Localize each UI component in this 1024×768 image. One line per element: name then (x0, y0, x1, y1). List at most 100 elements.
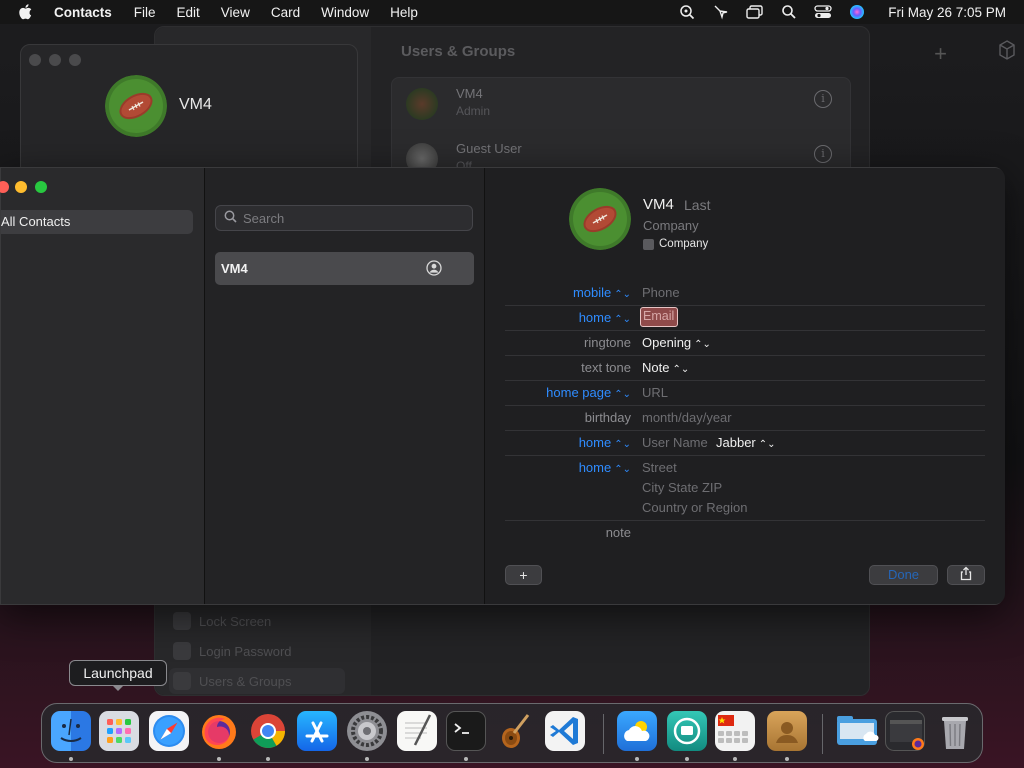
zoom-button[interactable] (69, 54, 81, 66)
running-indicator (365, 757, 369, 761)
contacts-list-pane: VM4 (205, 168, 485, 604)
script-status-icon[interactable] (712, 3, 730, 21)
apple-menu-icon[interactable] (18, 4, 36, 20)
menu-window[interactable]: Window (321, 5, 369, 20)
last-name-field[interactable]: Last (684, 197, 710, 213)
checkbox-box[interactable] (643, 238, 654, 250)
cube-icon[interactable] (998, 40, 1018, 60)
menu-help[interactable]: Help (390, 5, 418, 20)
dock (41, 703, 983, 763)
running-indicator (733, 757, 737, 761)
system-settings-icon[interactable] (347, 711, 387, 751)
field-row-text-tone: text tone Note ⌃⌄ (505, 360, 985, 381)
minimize-button[interactable] (15, 181, 27, 193)
company-checkbox[interactable]: Company (643, 238, 708, 250)
field-row-birthday: birthday month/day/year (505, 410, 985, 431)
country-field[interactable]: Country or Region (642, 500, 748, 515)
company-checkbox-label: Company (659, 238, 709, 250)
info-icon[interactable]: i (814, 90, 832, 108)
search-input[interactable] (243, 210, 463, 226)
email-field[interactable]: Email (640, 307, 678, 327)
weather-icon[interactable] (617, 711, 657, 751)
info-icon[interactable]: i (814, 145, 832, 163)
email-label-selector[interactable]: home ⌃⌄ (579, 310, 631, 325)
menu-file[interactable]: File (134, 5, 156, 20)
instruments-icon[interactable] (494, 711, 534, 751)
users-icon (173, 672, 191, 690)
vscode-icon[interactable] (545, 711, 585, 751)
user-role: Admin (456, 104, 491, 118)
avatar[interactable] (569, 188, 631, 250)
zoom-button[interactable] (35, 181, 47, 193)
group-item-all-contacts[interactable]: All Contacts (1, 210, 193, 234)
spotlight-search-icon[interactable] (780, 3, 798, 21)
settings-pane-title: Users & Groups (401, 43, 516, 60)
im-service-selector[interactable]: Jabber ⌃⌄ (716, 435, 776, 450)
im-username-field[interactable]: User Name (642, 435, 708, 450)
phone-field[interactable]: Phone (642, 285, 680, 300)
sidebar-item-lock-screen[interactable]: Lock Screen (169, 608, 345, 634)
screen-share-icon[interactable] (667, 711, 707, 751)
sidebar-item-users-groups[interactable]: Users & Groups (169, 668, 345, 694)
menu-edit[interactable]: Edit (177, 5, 200, 20)
firefox-icon[interactable] (199, 711, 239, 751)
menu-view[interactable]: View (221, 5, 250, 20)
sidebar-item-label: Lock Screen (199, 613, 272, 629)
tooltip-arrow (112, 685, 124, 691)
user-row[interactable]: VM4 Admin i (406, 82, 836, 128)
user-name: Guest User (456, 141, 522, 156)
menu-card[interactable]: Card (271, 5, 300, 20)
sidebar-item-login-password[interactable]: Login Password (169, 638, 345, 664)
share-button[interactable] (947, 565, 985, 585)
control-center-icon[interactable] (814, 3, 832, 21)
im-label-selector[interactable]: home ⌃⌄ (579, 435, 631, 450)
magnifier-status-icon[interactable] (678, 3, 696, 21)
address-label-selector[interactable]: home ⌃⌄ (579, 460, 631, 475)
running-indicator (685, 757, 689, 761)
sidebar-item-label: Login Password (199, 643, 292, 659)
input-source-icon[interactable] (715, 711, 755, 751)
add-icon[interactable]: + (934, 41, 947, 67)
birthday-field[interactable]: month/day/year (642, 410, 732, 425)
first-name-field[interactable]: VM4 (643, 196, 674, 213)
note-field[interactable] (642, 525, 942, 543)
contact-card-pane: VM4 Last Company Company mobile ⌃⌄ Phone … (485, 168, 1005, 604)
chrome-icon[interactable] (248, 711, 288, 751)
firefox-window-icon[interactable] (885, 711, 925, 751)
list-item[interactable]: VM4 (215, 252, 474, 285)
safari-icon[interactable] (149, 711, 189, 751)
textedit-icon[interactable] (397, 711, 437, 751)
text-tone-label: text tone (581, 360, 631, 375)
contacts-icon[interactable] (767, 711, 807, 751)
app-store-icon[interactable] (297, 711, 337, 751)
trash-icon[interactable] (935, 711, 975, 751)
company-field[interactable]: Company (643, 218, 699, 233)
terminal-icon[interactable] (446, 711, 486, 751)
city-state-zip-field[interactable]: City State ZIP (642, 480, 722, 495)
siri-icon[interactable] (848, 3, 866, 21)
phone-label-selector[interactable]: mobile ⌃⌄ (573, 285, 631, 300)
street-field[interactable]: Street (642, 460, 677, 475)
finder-icon[interactable] (51, 711, 91, 751)
running-indicator (464, 757, 468, 761)
search-field[interactable] (215, 205, 473, 231)
add-field-button[interactable]: + (505, 565, 542, 585)
done-button[interactable]: Done (869, 565, 938, 585)
running-indicator (69, 757, 73, 761)
menu-clock[interactable]: Fri May 26 7:05 PM (888, 5, 1006, 20)
menu-app-name[interactable]: Contacts (54, 5, 112, 20)
key-icon (173, 642, 191, 660)
minimize-button[interactable] (49, 54, 61, 66)
status-area: Fri May 26 7:05 PM (678, 0, 1006, 24)
url-label-selector[interactable]: home page ⌃⌄ (546, 385, 631, 400)
ringtone-selector[interactable]: Opening ⌃⌄ (642, 335, 711, 350)
downloads-folder-icon[interactable] (835, 711, 879, 751)
running-indicator (635, 757, 639, 761)
url-field[interactable]: URL (642, 385, 668, 400)
launchpad-icon[interactable] (99, 711, 139, 751)
field-row-address: home ⌃⌄ Street City State ZIP Country or … (505, 460, 985, 521)
text-tone-selector[interactable]: Note ⌃⌄ (642, 360, 689, 375)
close-button[interactable] (0, 181, 9, 193)
screen-mirroring-icon[interactable] (746, 3, 764, 21)
close-button[interactable] (29, 54, 41, 66)
